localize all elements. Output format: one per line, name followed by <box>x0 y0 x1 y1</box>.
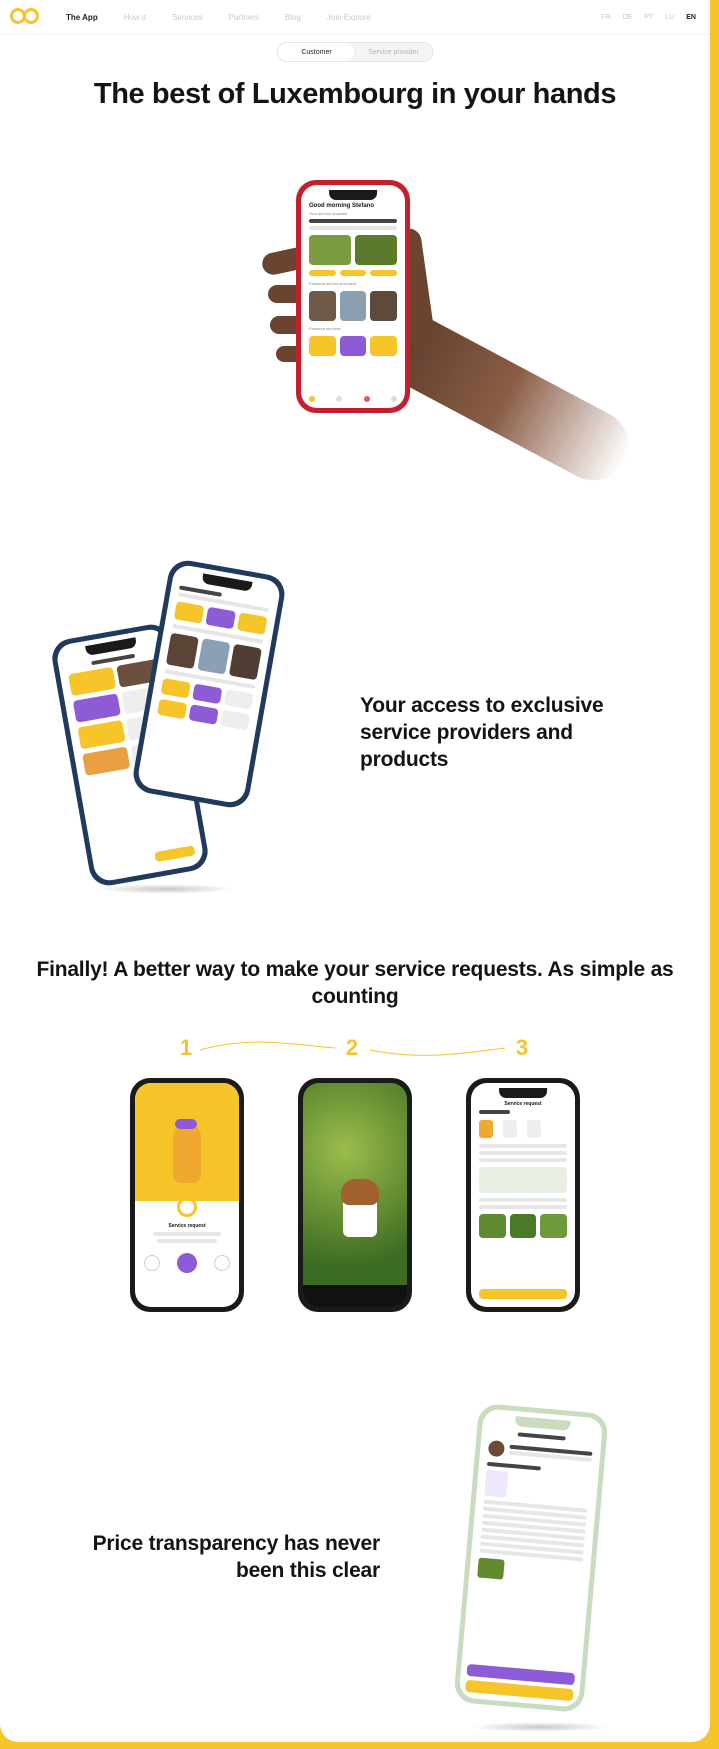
hero-phone-screen: Good morning Stefano Your service reques… <box>301 185 405 408</box>
language-switcher: FR DE PT LU EN <box>601 14 696 21</box>
phone-front-screen <box>136 563 282 805</box>
phone-front <box>130 557 288 811</box>
camera-bar <box>303 1285 407 1307</box>
section4-title: Price transparency has never been this c… <box>92 1532 381 1582</box>
lang-pt[interactable]: PT <box>644 14 653 21</box>
map-image <box>479 1167 567 1193</box>
nav-link-partners[interactable]: Partners <box>229 13 259 22</box>
section-label: Your service requests <box>309 211 348 216</box>
steps-row: 1 2 3 <box>0 1035 710 1065</box>
step3-title: Service request <box>504 1101 542 1107</box>
lang-fr[interactable]: FR <box>601 14 610 21</box>
lang-en[interactable]: EN <box>686 14 696 21</box>
hero-phone: Good morning Stefano Your service reques… <box>296 180 410 413</box>
step2-phone <box>298 1078 412 1312</box>
step-number: 1 <box>179 1035 193 1060</box>
step1-header <box>135 1083 239 1201</box>
step-number: 2 <box>345 1035 359 1060</box>
toggle-provider[interactable]: Service provider <box>355 43 432 61</box>
price-phone <box>453 1402 609 1714</box>
top-nav: The App How it Services Partners Blog Jo… <box>0 0 710 35</box>
step1-screen: Service request <box>135 1083 239 1307</box>
page: The App How it Services Partners Blog Jo… <box>0 0 710 1742</box>
hero-title: The best of Luxembourg in your hands <box>93 78 617 110</box>
nav-link-how-it[interactable]: How it <box>124 13 146 22</box>
section-label: Featured services <box>309 326 341 331</box>
pen-icon[interactable] <box>214 1255 231 1271</box>
camera-icon[interactable] <box>143 1255 160 1271</box>
lang-de[interactable]: DE <box>623 14 633 21</box>
nav-link-the-app[interactable]: The App <box>66 13 98 22</box>
step3-phone: Service request <box>466 1078 580 1312</box>
section2-title: Your access to exclusive service provide… <box>360 694 604 771</box>
step2-screen <box>303 1083 407 1307</box>
dog-head <box>341 1179 379 1205</box>
submit-button[interactable] <box>479 1289 567 1299</box>
nav-links: The App How it Services Partners Blog Jo… <box>66 13 371 22</box>
audience-toggle: Customer Service provider <box>277 42 433 62</box>
section3-title: Finally! A better way to make your servi… <box>36 958 674 1008</box>
record-icon[interactable] <box>176 1253 197 1273</box>
price-phone-screen <box>458 1408 604 1708</box>
step1-caption: Service request <box>168 1223 206 1229</box>
nav-link-services[interactable]: Services <box>172 13 203 22</box>
step3-screen: Service request <box>471 1083 575 1307</box>
nav-link-blog[interactable]: Blog <box>285 13 301 22</box>
step1-phone: Service request <box>130 1078 244 1312</box>
step-number: 3 <box>515 1035 529 1060</box>
logo-icon[interactable] <box>10 6 46 28</box>
greeting-text: Good morning Stefano <box>309 203 374 209</box>
lang-lu[interactable]: LU <box>665 14 674 21</box>
section-label: Featured service providers <box>309 281 357 286</box>
phone-shadow <box>470 1722 610 1732</box>
phone-shadow <box>96 884 236 894</box>
nav-link-join[interactable]: Join Explore <box>327 13 371 22</box>
toggle-customer[interactable]: Customer <box>278 43 355 61</box>
